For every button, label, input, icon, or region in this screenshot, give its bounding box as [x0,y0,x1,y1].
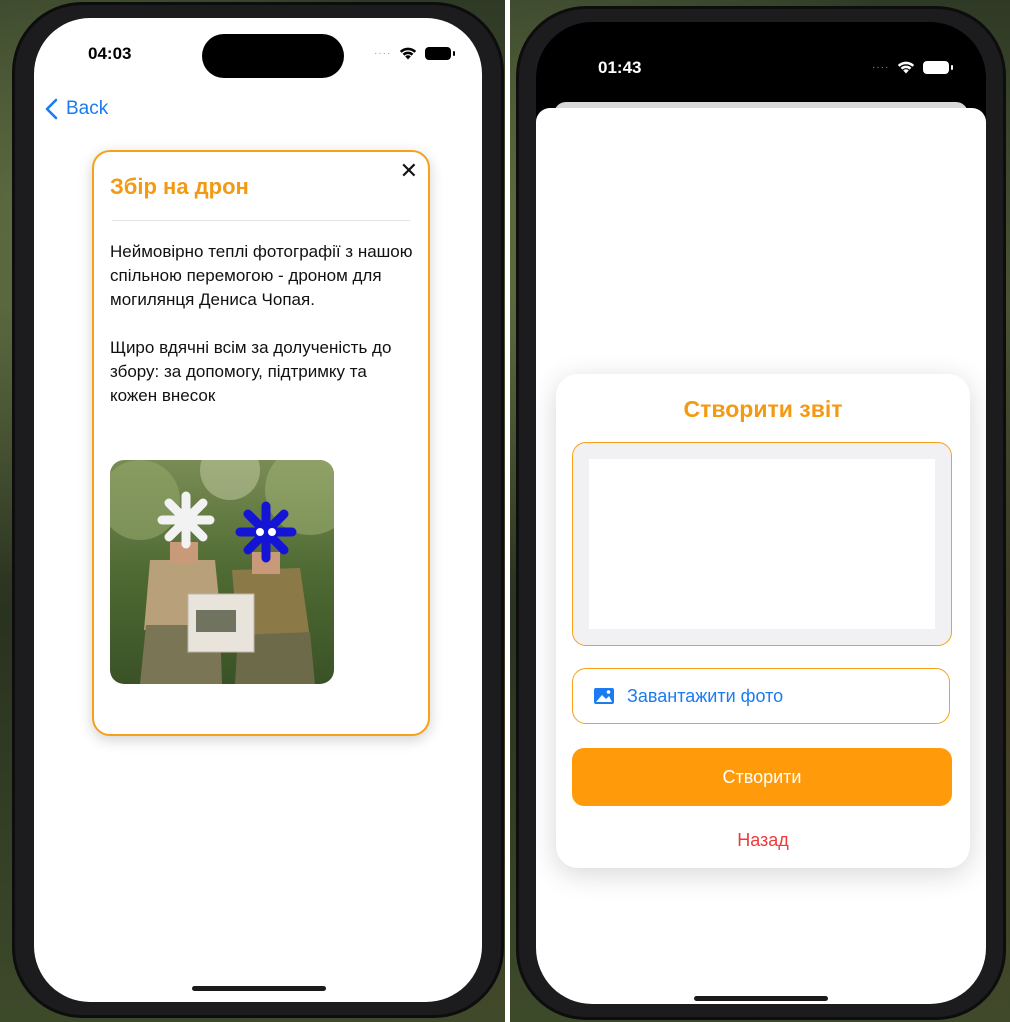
home-indicator [192,986,326,991]
wifi-icon [400,47,417,60]
create-report-dialog: Створити звіт Завантажити фото Створити … [556,374,970,868]
phone-frame-right: 01:43 ···· Створити звіт Завантажити фот… [516,6,1006,1020]
close-icon[interactable]: ✕ [400,158,418,184]
status-time: 04:03 [88,44,132,63]
status-icons: ···· [872,60,954,74]
dialog-title: Створити звіт [683,396,843,422]
news-card: ✕ Збір на дрон Неймовірно теплі фотограф… [92,150,430,736]
card-title: Збір на дрон [110,174,249,199]
signal-dots-icon: ···· [374,47,392,59]
screen-right: 01:43 ···· Створити звіт Завантажити фот… [536,22,986,1004]
text-area[interactable] [589,459,935,629]
back-link[interactable]: Назад [556,830,970,851]
upload-label: Завантажити фото [627,685,784,706]
divider [112,220,410,221]
soldiers-photo [110,460,334,684]
wifi-icon [898,61,915,74]
card-photo [110,460,334,684]
create-button[interactable]: Створити [572,748,952,806]
chevron-left-icon [45,98,58,120]
back-label: Back [66,98,109,119]
signal-dots-icon: ···· [872,61,890,73]
card-paragraph: Неймовірно теплі фотографії з нашою спіл… [110,242,413,309]
dynamic-island [202,34,344,78]
battery-icon [425,46,456,60]
upload-photo-button[interactable]: Завантажити фото [572,668,950,724]
report-text-input[interactable] [572,442,952,646]
screen-left: 04:03 ···· Back ✕ Збір на дрон Неймовірн… [34,18,482,1002]
battery-icon [923,60,954,74]
photo-icon [594,688,614,704]
status-time: 01:43 [598,58,642,77]
presented-sheet: Створити звіт Завантажити фото Створити … [536,108,986,1004]
phone-frame-left: 04:03 ···· Back ✕ Збір на дрон Неймовірн… [12,2,504,1018]
card-body: Неймовірно теплі фотографії з нашою спіл… [110,240,414,432]
card-paragraph: Щиро вдячні всім за долученість до збору… [110,338,392,405]
status-icons: ···· [374,46,456,60]
home-indicator [694,996,828,1001]
back-button[interactable]: Back [44,98,108,120]
